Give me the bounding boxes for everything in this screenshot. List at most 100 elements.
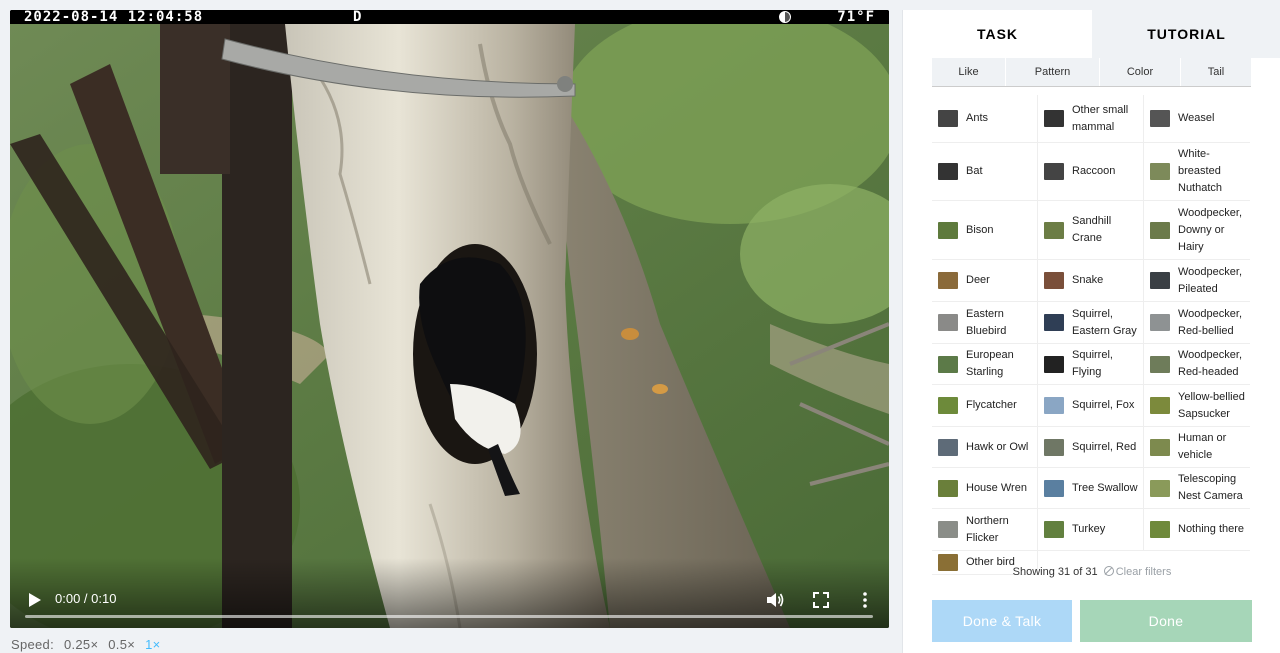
species-woodpecker-pileated[interactable]: Woodpecker, Pileated [1144, 260, 1250, 302]
species-label: Woodpecker, Red-headed [1178, 349, 1243, 378]
species-thumbnail [938, 521, 958, 538]
osd-timestamp: 2022-08-14 12:04:58 [24, 10, 204, 25]
species-tree-swallow[interactable]: Tree Swallow [1038, 468, 1144, 509]
species-label: Raccoon [1072, 165, 1116, 177]
species-label: Turkey [1072, 523, 1106, 535]
species-thumbnail [1044, 221, 1064, 239]
species-thumbnail [1150, 397, 1170, 414]
species-thumbnail [1150, 355, 1170, 373]
species-house-wren[interactable]: House Wren [932, 468, 1038, 509]
ban-icon [1103, 566, 1114, 576]
speed-selector: Speed: 0.25× 0.5× 1× [11, 637, 166, 652]
video-progress-bar[interactable] [25, 615, 873, 618]
filter-bar: Like Pattern Color Tail [932, 58, 1251, 87]
species-thumbnail [938, 221, 958, 239]
showing-text: Showing 31 of 31 [1012, 566, 1098, 578]
video-player[interactable]: 2022-08-14 12:04:58 D 71°F 0:00 / 0:10 [10, 10, 889, 628]
species-squirrel-flying[interactable]: Squirrel, Flying [1038, 344, 1144, 385]
species-label: Woodpecker, Pileated [1178, 265, 1243, 295]
species-hawk-or-owl[interactable]: Hawk or Owl [932, 427, 1038, 468]
species-turkey[interactable]: Turkey [1038, 509, 1144, 551]
species-bison[interactable]: Bison [932, 201, 1038, 260]
species-squirrel-fox[interactable]: Squirrel, Fox [1038, 385, 1144, 427]
fullscreen-icon[interactable] [813, 592, 829, 608]
tab-task[interactable]: TASK [903, 10, 1092, 58]
species-yellow-bellied-sapsucker[interactable]: Yellow-bellied Sapsucker [1144, 385, 1250, 427]
species-northern-flicker[interactable]: Northern Flicker [932, 509, 1038, 551]
species-label: Bison [966, 223, 994, 236]
filter-like[interactable]: Like [932, 58, 1006, 86]
species-label: Bat [966, 165, 983, 177]
species-thumbnail [938, 163, 958, 180]
species-thumbnail [938, 272, 958, 289]
species-thumbnail [938, 397, 958, 414]
video-controls: 0:00 / 0:10 [10, 558, 889, 628]
species-human-or-vehicle[interactable]: Human or vehicle [1144, 427, 1250, 468]
species-snake[interactable]: Snake [1038, 260, 1144, 302]
species-other-small-mammal[interactable]: Other small mammal [1038, 95, 1144, 143]
species-raccoon[interactable]: Raccoon [1038, 143, 1144, 201]
species-thumbnail [1150, 438, 1170, 456]
done-and-talk-button[interactable]: Done & Talk [932, 600, 1072, 642]
species-weasel[interactable]: Weasel [1144, 95, 1250, 143]
filter-tail[interactable]: Tail [1181, 58, 1251, 86]
done-button[interactable]: Done [1080, 600, 1252, 642]
tab-tutorial[interactable]: TUTORIAL [1092, 10, 1280, 58]
filter-pattern[interactable]: Pattern [1006, 58, 1100, 86]
species-thumbnail [938, 438, 958, 456]
more-vert-icon[interactable] [858, 591, 872, 609]
species-label: Flycatcher [966, 399, 1017, 411]
species-woodpecker-red-headed[interactable]: Woodpecker, Red-headed [1144, 344, 1250, 385]
species-european-starling[interactable]: European Starling [932, 344, 1038, 385]
species-thumbnail [1044, 521, 1064, 538]
species-label: Snake [1072, 274, 1104, 286]
species-label: Other small mammal [1072, 103, 1129, 133]
species-label: Tree Swallow [1072, 481, 1138, 494]
species-label: Human or vehicle [1178, 432, 1227, 461]
filter-color[interactable]: Color [1100, 58, 1181, 86]
species-label: Woodpecker, Downy or Hairy [1178, 206, 1243, 253]
species-woodpecker-downy-or-hairy[interactable]: Woodpecker, Downy or Hairy [1144, 201, 1250, 260]
video-frame [10, 24, 889, 628]
species-ants[interactable]: Ants [932, 95, 1038, 143]
speed-option-1[interactable]: 1× [145, 637, 160, 652]
speed-label: Speed: [11, 637, 55, 652]
species-flycatcher[interactable]: Flycatcher [932, 385, 1038, 427]
species-label: Ants [966, 112, 989, 124]
species-telescoping-nest-camera[interactable]: Telescoping Nest Camera [1144, 468, 1250, 509]
species-nothing-there[interactable]: Nothing there [1144, 509, 1250, 551]
species-thumbnail [1150, 163, 1170, 180]
species-label: Eastern Bluebird [966, 307, 1007, 337]
volume-icon[interactable] [766, 591, 784, 609]
species-squirrel-red[interactable]: Squirrel, Red [1038, 427, 1144, 468]
osd-temperature: 71°F [837, 10, 875, 25]
species-thumbnail [1044, 110, 1064, 127]
species-label: Squirrel, Fox [1072, 399, 1135, 411]
species-white-breasted-nuthatch[interactable]: White-breasted Nuthatch [1144, 143, 1250, 201]
species-thumbnail [938, 479, 958, 497]
species-thumbnail [938, 314, 958, 331]
species-label: Yellow-bellied Sapsucker [1178, 390, 1245, 420]
species-label: Deer [966, 274, 990, 286]
species-woodpecker-red-bellied[interactable]: Woodpecker, Red-bellied [1144, 302, 1250, 344]
species-label: Hawk or Owl [966, 440, 1029, 453]
speed-option-0.25[interactable]: 0.25× [64, 637, 98, 652]
play-icon[interactable] [28, 592, 42, 608]
species-label: Telescoping Nest Camera [1178, 473, 1243, 502]
task-panel: TASK TUTORIAL Like Pattern Color Tail An… [902, 10, 1280, 653]
species-bat[interactable]: Bat [932, 143, 1038, 201]
species-label: Squirrel, Flying [1072, 349, 1113, 378]
species-thumbnail [1044, 163, 1064, 180]
species-squirrel-eastern-gray[interactable]: Squirrel, Eastern Gray [1038, 302, 1144, 344]
species-thumbnail [1044, 314, 1064, 331]
species-thumbnail [1150, 479, 1170, 497]
species-label: House Wren [966, 481, 1027, 494]
species-thumbnail [1150, 110, 1170, 127]
species-deer[interactable]: Deer [932, 260, 1038, 302]
speed-option-0.5[interactable]: 0.5× [108, 637, 135, 652]
clear-filters-link[interactable]: Clear filters [1103, 566, 1171, 578]
species-eastern-bluebird[interactable]: Eastern Bluebird [932, 302, 1038, 344]
species-thumbnail [1044, 438, 1064, 456]
species-sandhill-crane[interactable]: Sandhill Crane [1038, 201, 1144, 260]
showing-count: Showing 31 of 31 Clear filters [932, 566, 1252, 578]
